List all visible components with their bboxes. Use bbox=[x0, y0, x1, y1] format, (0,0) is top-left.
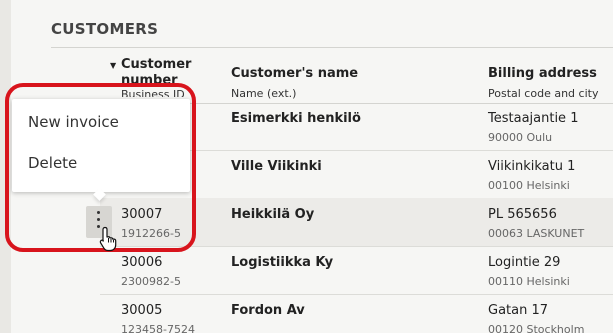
billing-street: PL 565656 bbox=[488, 207, 557, 222]
title-divider bbox=[51, 47, 613, 48]
customer-name: Heikkilä Oy bbox=[231, 207, 315, 222]
column-subheader-name-ext: Name (ext.) bbox=[231, 87, 297, 100]
customer-number: 30005 bbox=[121, 303, 163, 318]
customer-name: Logistiikka Ky bbox=[231, 255, 334, 270]
column-header-billing-address[interactable]: Billing address bbox=[488, 66, 597, 82]
billing-street: Viikinkikatu 1 bbox=[488, 159, 576, 174]
customer-number: 30006 bbox=[121, 255, 163, 270]
billing-city: 90000 Oulu bbox=[488, 131, 553, 144]
customer-name: Fordon Av bbox=[231, 303, 305, 318]
billing-city: 00100 Helsinki bbox=[488, 179, 570, 192]
sort-descending-icon[interactable]: ▼ bbox=[110, 61, 116, 70]
page-title: CUSTOMERS bbox=[51, 20, 159, 38]
billing-street: Testaajantie 1 bbox=[488, 111, 579, 126]
table-row[interactable]: 30005 123458-7524 Fordon Av Gatan 17 001… bbox=[100, 294, 613, 333]
customers-screen: CUSTOMERS ▼ Customer number Business ID … bbox=[0, 0, 613, 333]
hand-pointer-icon bbox=[99, 226, 117, 252]
customer-name: Esimerkki henkilö bbox=[231, 111, 361, 126]
billing-city: 00110 Helsinki bbox=[488, 275, 570, 288]
business-id: 2300982-5 bbox=[121, 275, 181, 288]
column-subheader-postal-code-city: Postal code and city bbox=[488, 87, 599, 100]
billing-city: 00063 LASKUNET bbox=[488, 227, 585, 240]
business-id: 123458-7524 bbox=[121, 323, 195, 333]
table-row[interactable]: 30006 2300982-5 Logistiikka Ky Logintie … bbox=[100, 246, 613, 295]
billing-street: Gatan 17 bbox=[488, 303, 549, 318]
billing-city: 00120 Stockholm bbox=[488, 323, 585, 333]
billing-street: Logintie 29 bbox=[488, 255, 561, 270]
column-header-customer-name[interactable]: Customer's name bbox=[231, 66, 358, 82]
customer-name: Ville Viikinki bbox=[231, 159, 322, 174]
